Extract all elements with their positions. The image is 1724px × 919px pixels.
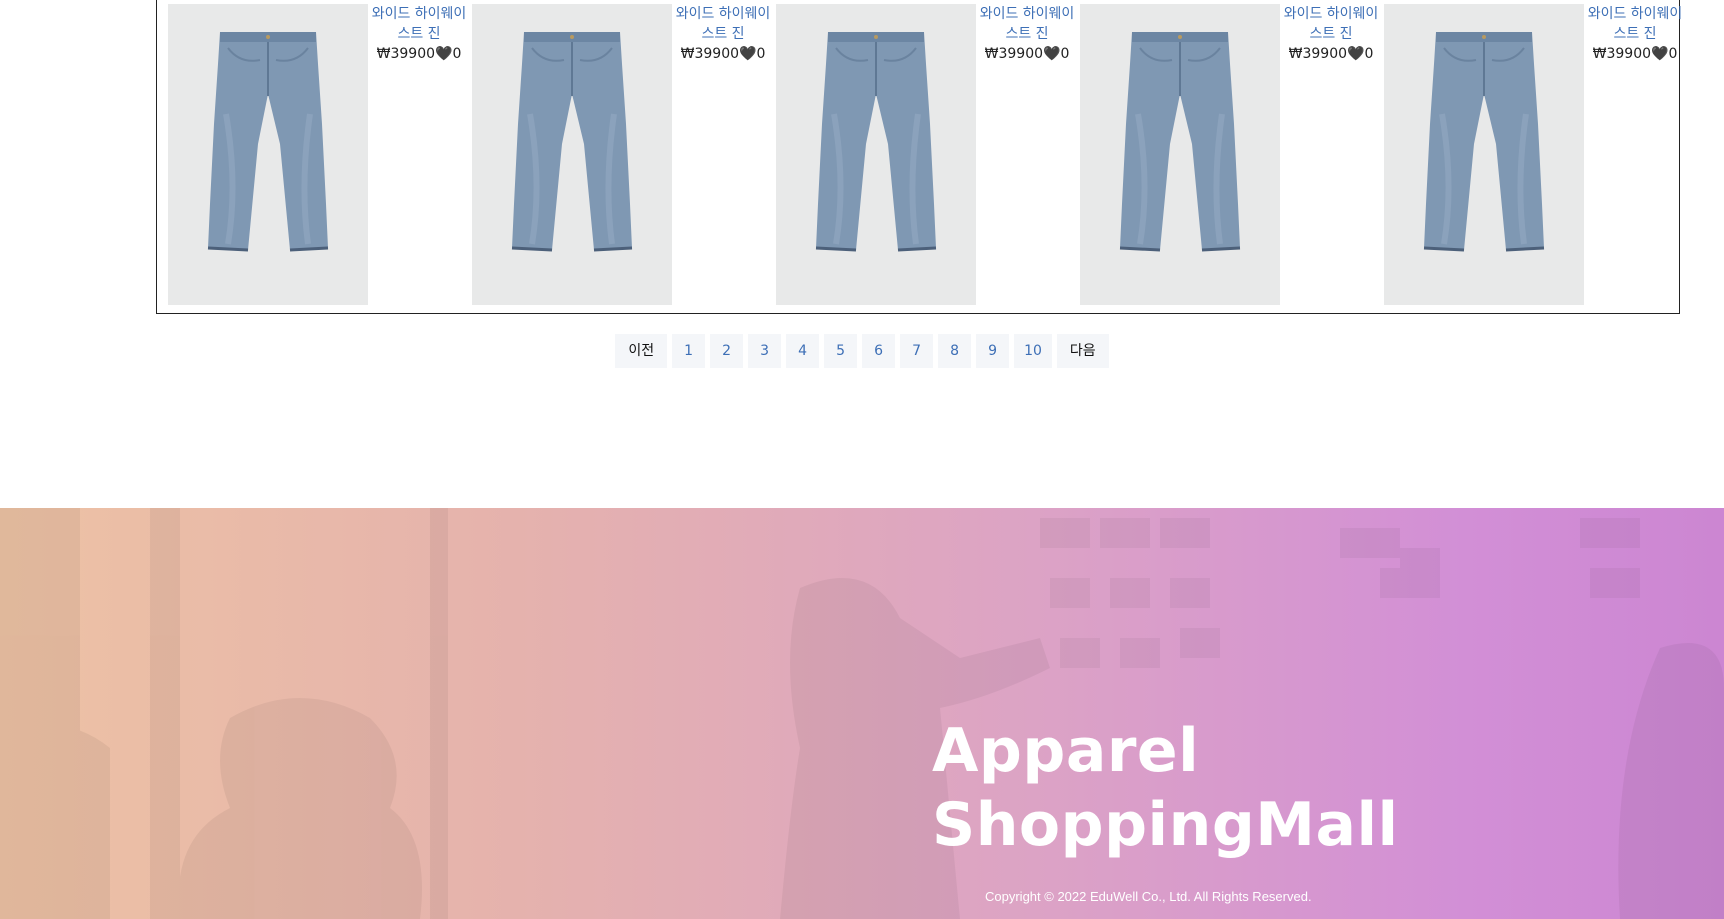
- product-card[interactable]: 와이드 하이웨이스트 진 ₩39900🖤0: [776, 4, 1076, 306]
- page-6-button[interactable]: 6: [862, 334, 896, 368]
- page-9-button[interactable]: 9: [976, 334, 1010, 368]
- product-info: 와이드 하이웨이스트 진 ₩39900🖤0: [672, 4, 774, 64]
- product-price-likes: ₩39900🖤0: [984, 46, 1070, 62]
- footer: Apparel ShoppingMall Copyright © 2022 Ed…: [0, 508, 1724, 919]
- product-thumbnail[interactable]: [472, 4, 672, 305]
- product-name-link[interactable]: 와이드 하이웨이스트 진: [368, 4, 470, 44]
- product-info: 와이드 하이웨이스트 진 ₩39900🖤0: [1280, 4, 1382, 64]
- jeans-image: [168, 4, 368, 305]
- product-price-likes: ₩39900🖤0: [1288, 46, 1374, 62]
- product-price-likes: ₩39900🖤0: [1592, 46, 1678, 62]
- page-10-button[interactable]: 10: [1014, 334, 1052, 368]
- page-3-button[interactable]: 3: [748, 334, 782, 368]
- page-8-button[interactable]: 8: [938, 334, 972, 368]
- product-card[interactable]: 와이드 하이웨이스트 진 ₩39900🖤0: [1384, 4, 1684, 306]
- product-thumbnail[interactable]: [776, 4, 976, 305]
- product-thumbnail[interactable]: [1080, 4, 1280, 305]
- product-name-link[interactable]: 와이드 하이웨이스트 진: [1280, 4, 1382, 44]
- page-7-button[interactable]: 7: [900, 334, 934, 368]
- product-thumbnail[interactable]: [1384, 4, 1584, 305]
- brand-line-shoppingmall: ShoppingMall: [932, 790, 1399, 860]
- jeans-image: [1384, 4, 1584, 305]
- product-name-link[interactable]: 와이드 하이웨이스트 진: [976, 4, 1078, 44]
- page-1-button[interactable]: 1: [672, 334, 706, 368]
- page-4-button[interactable]: 4: [786, 334, 820, 368]
- jeans-image: [1080, 4, 1280, 305]
- product-card[interactable]: 와이드 하이웨이스트 진 ₩39900🖤0: [168, 4, 468, 306]
- footer-brand: Apparel ShoppingMall: [932, 714, 1532, 862]
- product-price-likes: ₩39900🖤0: [680, 46, 766, 62]
- jeans-image: [472, 4, 672, 305]
- product-card[interactable]: 와이드 하이웨이스트 진 ₩39900🖤0: [1080, 4, 1380, 306]
- product-info: 와이드 하이웨이스트 진 ₩39900🖤0: [1584, 4, 1686, 64]
- pagination: 이전 1 2 3 4 5 6 7 8 9 10 다음: [0, 334, 1724, 368]
- product-card[interactable]: 와이드 하이웨이스트 진 ₩39900🖤0: [472, 4, 772, 306]
- product-list: 와이드 하이웨이스트 진 ₩39900🖤0 와이드 하이웨이스트 진 ₩3990…: [156, 0, 1682, 314]
- brand-line-apparel: Apparel: [932, 716, 1200, 786]
- product-info: 와이드 하이웨이스트 진 ₩39900🖤0: [976, 4, 1078, 64]
- prev-page-button[interactable]: 이전: [615, 334, 668, 368]
- next-page-button[interactable]: 다음: [1056, 334, 1109, 368]
- page-5-button[interactable]: 5: [824, 334, 858, 368]
- product-price-likes: ₩39900🖤0: [376, 46, 462, 62]
- page-2-button[interactable]: 2: [710, 334, 744, 368]
- product-name-link[interactable]: 와이드 하이웨이스트 진: [672, 4, 774, 44]
- copyright-text: Copyright © 2022 EduWell Co., Ltd. All R…: [985, 889, 1312, 904]
- jeans-image: [776, 4, 976, 305]
- product-name-link[interactable]: 와이드 하이웨이스트 진: [1584, 4, 1686, 44]
- product-thumbnail[interactable]: [168, 4, 368, 305]
- product-info: 와이드 하이웨이스트 진 ₩39900🖤0: [368, 4, 470, 64]
